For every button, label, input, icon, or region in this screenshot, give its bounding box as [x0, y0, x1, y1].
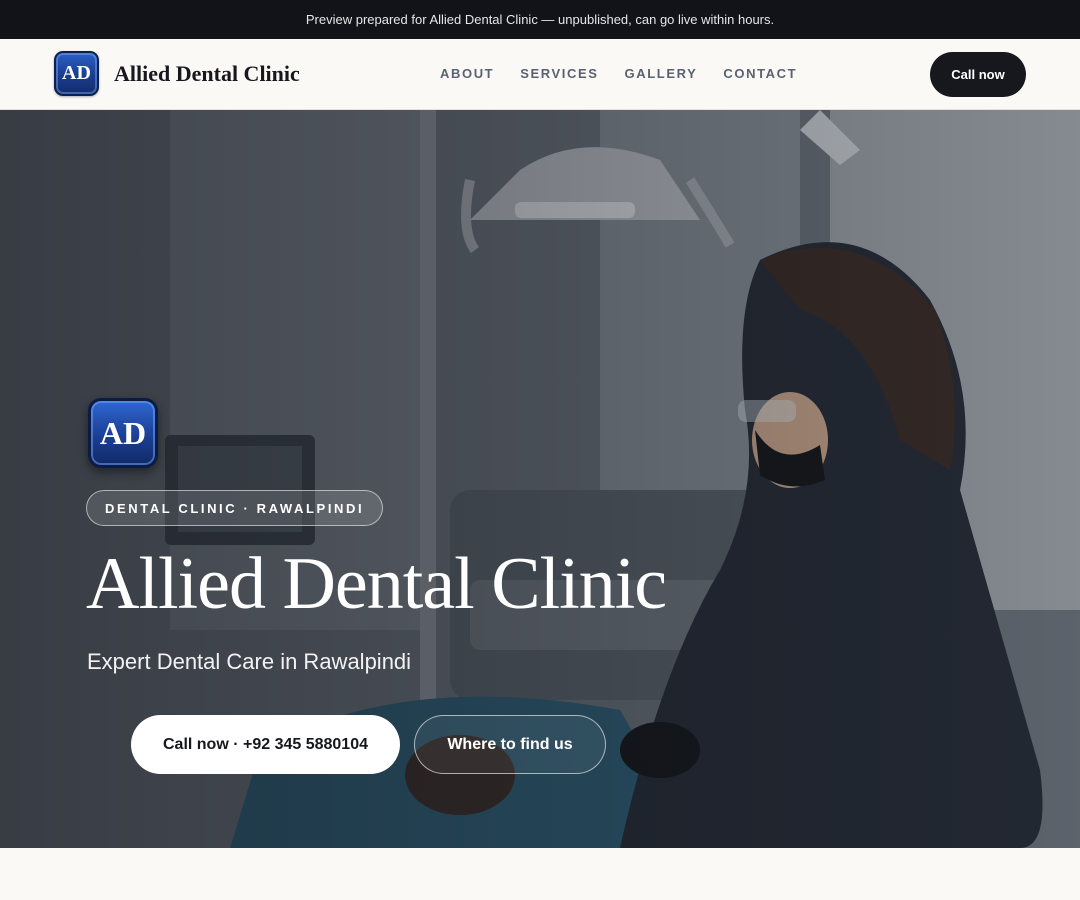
hero-title: Allied Dental Clinic [86, 543, 667, 625]
next-section [0, 848, 1080, 900]
hero-section: AD DENTAL CLINIC · RAWALPINDI Allied Den… [0, 110, 1080, 848]
nav-link-contact[interactable]: CONTACT [723, 66, 797, 81]
hero-subtitle: Expert Dental Care in Rawalpindi [87, 649, 412, 674]
call-phone-button[interactable]: Call now · +92 345 5880104 [131, 715, 400, 774]
hero-logo: AD [88, 398, 158, 468]
logo-initials: AD [62, 62, 91, 84]
nav-link-about[interactable]: ABOUT [440, 66, 494, 81]
call-now-button[interactable]: Call now [930, 52, 1026, 97]
site-header: AD Allied Dental Clinic ABOUT SERVICES G… [0, 39, 1080, 110]
location-badge: DENTAL CLINIC · RAWALPINDI [86, 490, 384, 526]
hero-logo-initials: AD [99, 414, 147, 451]
clinic-logo: AD [54, 51, 99, 96]
main-nav: ABOUT SERVICES GALLERY CONTACT [440, 66, 823, 81]
brand-link[interactable]: AD Allied Dental Clinic [54, 51, 300, 96]
announcement-text: Preview prepared for Allied Dental Clini… [305, 12, 775, 27]
announcement-bar: Preview prepared for Allied Dental Clini… [0, 0, 1080, 39]
nav-link-services[interactable]: SERVICES [520, 66, 598, 81]
location-badge-text: DENTAL CLINIC · RAWALPINDI [105, 500, 365, 516]
nav-link-gallery[interactable]: GALLERY [625, 66, 698, 81]
brand-name: Allied Dental Clinic [114, 60, 300, 86]
find-us-button[interactable]: Where to find us [414, 715, 606, 774]
